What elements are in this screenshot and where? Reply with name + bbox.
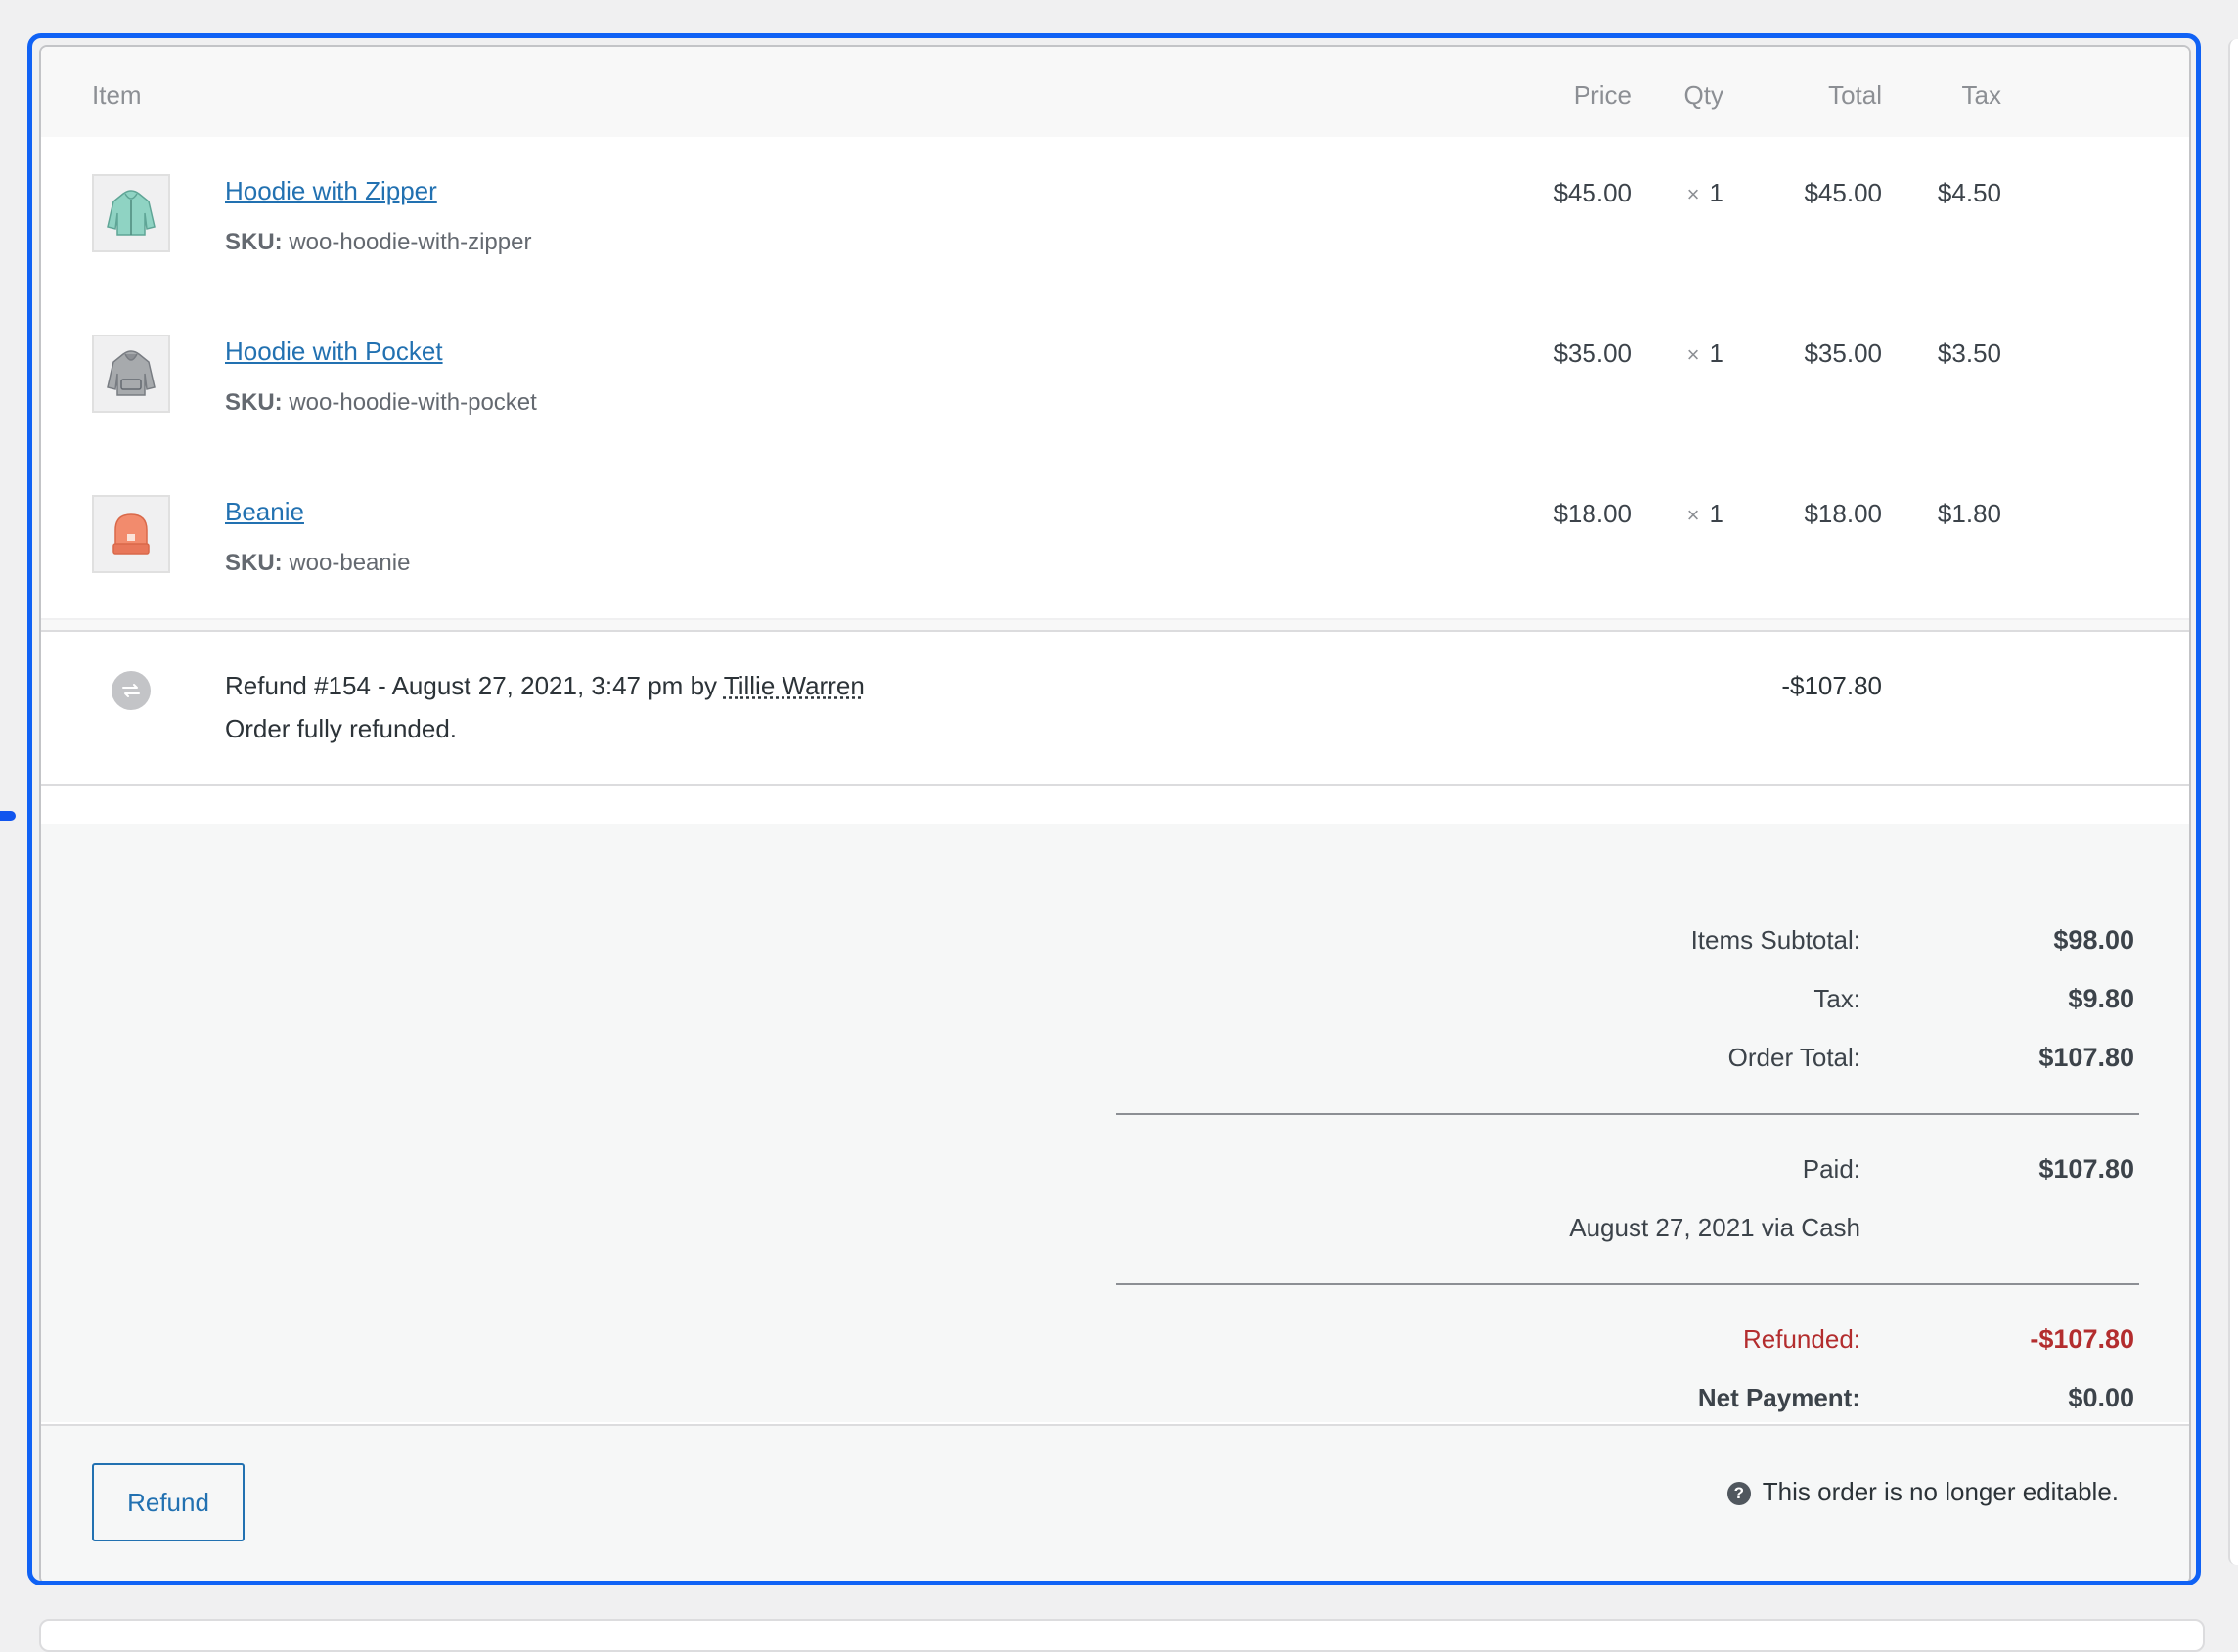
next-panel-edge bbox=[39, 1619, 2205, 1652]
focus-highlight bbox=[27, 33, 2201, 1585]
page-top-strip bbox=[0, 0, 2238, 29]
adjacent-panel-edge bbox=[2228, 39, 2238, 1565]
selection-marker bbox=[0, 811, 16, 821]
